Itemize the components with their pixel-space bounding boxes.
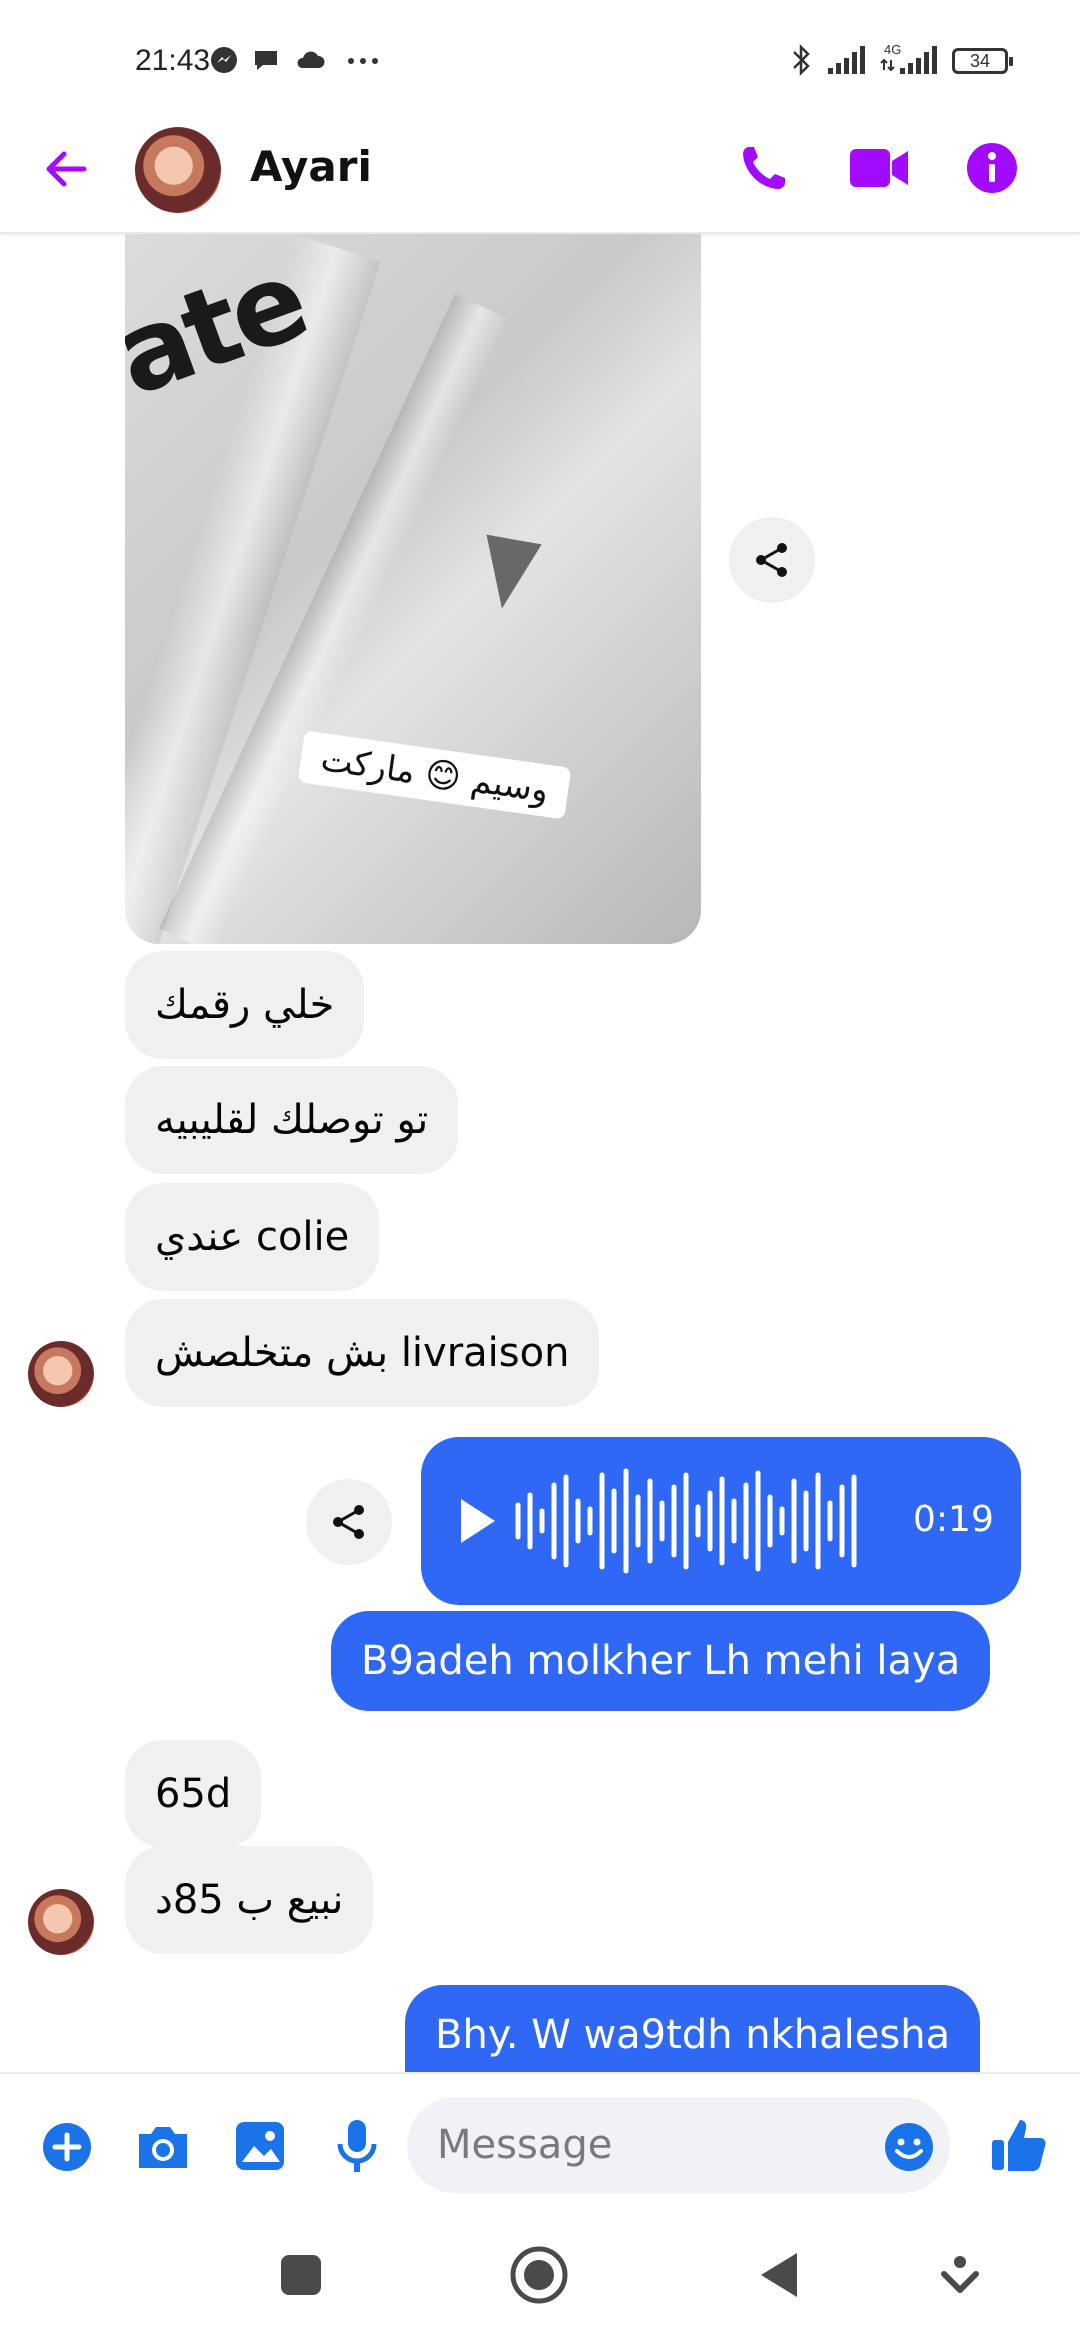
info-icon[interactable] (966, 142, 1018, 194)
signal-icon (828, 46, 865, 74)
contact-avatar[interactable] (135, 127, 221, 213)
signal-4g-icon (880, 46, 937, 74)
incoming-message[interactable]: 65d (125, 1740, 262, 1848)
gallery-icon[interactable] (234, 2120, 286, 2172)
cloud-icon (297, 51, 325, 68)
plus-icon[interactable] (42, 2122, 92, 2172)
back-arrow-icon[interactable] (40, 143, 92, 195)
video-icon[interactable] (848, 143, 910, 193)
messenger-icon (211, 47, 237, 73)
more-dots-icon (348, 58, 378, 64)
chat-icon (255, 51, 277, 70)
phone-icon[interactable] (737, 141, 791, 195)
voice-message[interactable]: 0:19 (421, 1437, 1021, 1605)
incoming-message[interactable]: colie عندي (125, 1183, 380, 1291)
recents-icon[interactable] (279, 2253, 323, 2297)
shared-photo[interactable]: ate وسيم 😊 ماركت (125, 234, 701, 944)
camera-icon[interactable] (135, 2122, 191, 2172)
status-bar: 21:43 4G 34 (0, 0, 1080, 120)
battery-indicator: 34 (952, 48, 1013, 74)
audio-waveform (515, 1468, 857, 1574)
photo-logo-mark (474, 534, 542, 614)
sender-avatar[interactable] (28, 1889, 94, 1955)
status-time: 21:43 (135, 44, 211, 77)
bluetooth-icon (793, 43, 810, 77)
play-icon[interactable] (457, 1497, 497, 1545)
microphone-icon[interactable] (336, 2118, 378, 2174)
incoming-message[interactable]: نبيع ب 85د (125, 1846, 374, 1954)
outgoing-message[interactable]: Bhy. W wa9tdh nkhalesha (405, 1985, 981, 2075)
like-icon[interactable] (990, 2116, 1048, 2174)
home-icon[interactable] (510, 2246, 568, 2304)
hide-nav-icon[interactable] (940, 2254, 980, 2298)
emoji-icon[interactable] (884, 2122, 934, 2172)
back-nav-icon[interactable] (757, 2250, 801, 2300)
contact-name[interactable]: Ayari (250, 142, 372, 191)
voice-duration: 0:19 (913, 1499, 994, 1540)
share-icon (333, 1505, 364, 1539)
incoming-message[interactable]: تو توصلك لقليبيه (125, 1066, 459, 1174)
message-input[interactable] (407, 2097, 950, 2193)
share-button[interactable] (306, 1479, 392, 1565)
share-button[interactable] (729, 517, 815, 603)
incoming-message[interactable]: خلي رقمك (125, 951, 365, 1059)
outgoing-message[interactable]: B9adeh molkher Lh mehi laya (331, 1611, 991, 1711)
incoming-message[interactable]: livraison بش متخلصش (125, 1299, 600, 1407)
photo-watermark: وسيم 😊 ماركت (297, 730, 572, 820)
share-icon (756, 543, 787, 577)
sender-avatar[interactable] (28, 1341, 94, 1407)
